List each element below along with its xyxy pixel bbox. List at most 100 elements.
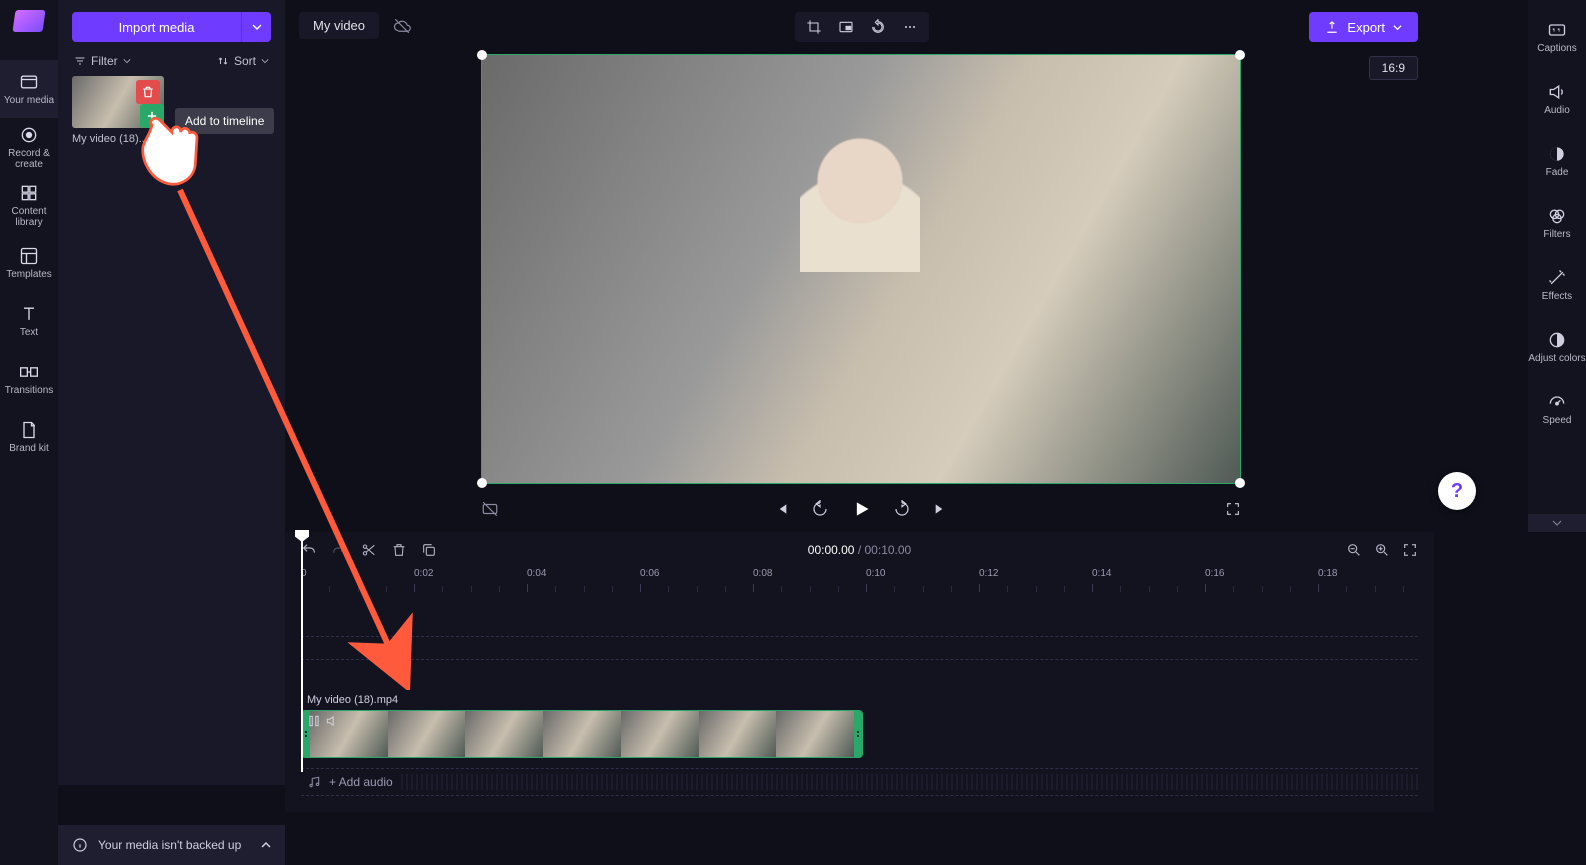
media-thumbnail[interactable] (72, 76, 164, 128)
crop-button[interactable] (799, 14, 829, 40)
fullscreen-button[interactable] (1225, 501, 1241, 517)
filters-icon (1547, 206, 1567, 226)
plus-icon (145, 109, 159, 123)
media-item[interactable]: My video (18).... (72, 76, 164, 145)
backup-banner[interactable]: Your media isn't backed up (58, 825, 285, 865)
help-icon: ? (1451, 480, 1463, 503)
prop-fade[interactable]: Fade (1528, 130, 1586, 192)
redo-icon (331, 542, 347, 558)
timeline-ruler[interactable]: 00:020:040:060:080:100:120:140:160:18 (301, 568, 1434, 596)
aspect-ratio-selector[interactable]: 16:9 (1369, 56, 1418, 80)
delete-media-button[interactable] (136, 80, 160, 104)
skip-back-button[interactable] (811, 500, 829, 518)
prop-audio[interactable]: Audio (1528, 68, 1586, 130)
add-to-timeline-button[interactable] (140, 104, 164, 128)
skip-back-icon (773, 501, 789, 517)
nav-transitions[interactable]: Transitions (0, 350, 58, 408)
project-title[interactable]: My video (299, 12, 379, 39)
clip-right-handle[interactable] (854, 711, 862, 757)
pip-button[interactable] (831, 14, 861, 40)
nav-templates[interactable]: Templates (0, 234, 58, 292)
prop-adjust-colors[interactable]: Adjust colors (1528, 316, 1586, 378)
split-button[interactable] (361, 542, 377, 558)
chevron-up-icon[interactable] (261, 840, 271, 850)
import-media-button[interactable]: Import media (72, 12, 241, 42)
filter-button[interactable]: Filter (74, 54, 131, 68)
speaker-icon (1547, 82, 1567, 102)
nav-brand-kit[interactable]: Brand kit (0, 408, 58, 466)
backup-text: Your media isn't backed up (98, 838, 241, 852)
rotate-icon (870, 19, 886, 35)
nav-content-library[interactable]: Content library (0, 176, 58, 234)
timeline-panel: 00:00.00 / 00:10.00 00:020:040:060:080:1… (285, 532, 1434, 812)
import-media-dropdown[interactable] (241, 12, 271, 42)
more-button[interactable] (895, 14, 925, 40)
timeline-clip[interactable] (301, 710, 863, 758)
rewind-icon (811, 500, 829, 518)
ruler-tick: 0:10 (866, 568, 885, 579)
nav-label: Text (20, 327, 38, 338)
nav-text[interactable]: Text (0, 292, 58, 350)
duplicate-icon (421, 542, 437, 558)
next-frame-button[interactable] (933, 501, 949, 517)
upload-icon (1325, 20, 1339, 34)
prop-effects[interactable]: Effects (1528, 254, 1586, 316)
sort-label: Sort (234, 54, 256, 68)
effects-icon (1547, 268, 1567, 288)
selection-handle[interactable] (477, 50, 487, 60)
detach-audio-icon[interactable] (307, 714, 321, 728)
delete-clip-button[interactable] (391, 542, 407, 558)
selection-handle[interactable] (477, 478, 487, 488)
undo-button[interactable] (301, 542, 317, 558)
ruler-tick: 0:06 (640, 568, 659, 579)
hide-canvas-button[interactable] (481, 500, 499, 518)
cloud-off-icon[interactable] (393, 17, 411, 35)
chevron-down-icon (1393, 23, 1402, 32)
speaker-icon[interactable] (325, 714, 339, 728)
selection-handle[interactable] (1235, 50, 1245, 60)
prop-speed[interactable]: Speed (1528, 378, 1586, 440)
forward-icon (893, 500, 911, 518)
play-button[interactable] (851, 499, 871, 519)
selection-handle[interactable] (1235, 478, 1245, 488)
zoom-in-button[interactable] (1374, 542, 1390, 558)
timeline-tracks[interactable]: My video (18).mp4 + Add audio (301, 636, 1418, 660)
zoom-out-icon (1346, 542, 1362, 558)
fit-button[interactable] (1402, 542, 1418, 558)
more-icon (902, 19, 918, 35)
rotate-button[interactable] (863, 14, 893, 40)
ruler-tick: 0:02 (414, 568, 433, 579)
skip-fwd-button[interactable] (893, 500, 911, 518)
clip-name: My video (18).mp4 (307, 694, 398, 706)
playhead[interactable] (301, 532, 303, 772)
chevron-down-icon (1552, 518, 1562, 528)
preview-canvas[interactable] (481, 54, 1241, 484)
sort-button[interactable]: Sort (217, 54, 269, 68)
nav-label: Transitions (5, 385, 54, 396)
export-label: Export (1347, 20, 1385, 35)
prop-captions[interactable]: Captions (1528, 6, 1586, 68)
zoom-out-button[interactable] (1346, 542, 1362, 558)
help-button[interactable]: ? (1438, 472, 1476, 510)
prop-filters[interactable]: Filters (1528, 192, 1586, 254)
nav-record-create[interactable]: Record & create (0, 118, 58, 176)
ruler-tick: 0:04 (527, 568, 546, 579)
ruler-tick: 0:16 (1205, 568, 1224, 579)
adjust-icon (1547, 330, 1567, 350)
trash-icon (391, 542, 407, 558)
app-logo (12, 10, 45, 32)
skip-fwd-icon (933, 501, 949, 517)
audio-track[interactable]: + Add audio (301, 768, 1418, 796)
pip-icon (838, 19, 854, 35)
speed-icon (1547, 392, 1567, 412)
captions-icon (1547, 20, 1567, 40)
playback-controls (481, 494, 1241, 524)
nav-your-media[interactable]: Your media (0, 60, 58, 118)
prev-frame-button[interactable] (773, 501, 789, 517)
export-button[interactable]: Export (1309, 12, 1418, 42)
clip-icons (307, 714, 339, 728)
fit-icon (1402, 542, 1418, 558)
prop-expand[interactable] (1528, 514, 1586, 532)
duplicate-button[interactable] (421, 542, 437, 558)
redo-button[interactable] (331, 542, 347, 558)
